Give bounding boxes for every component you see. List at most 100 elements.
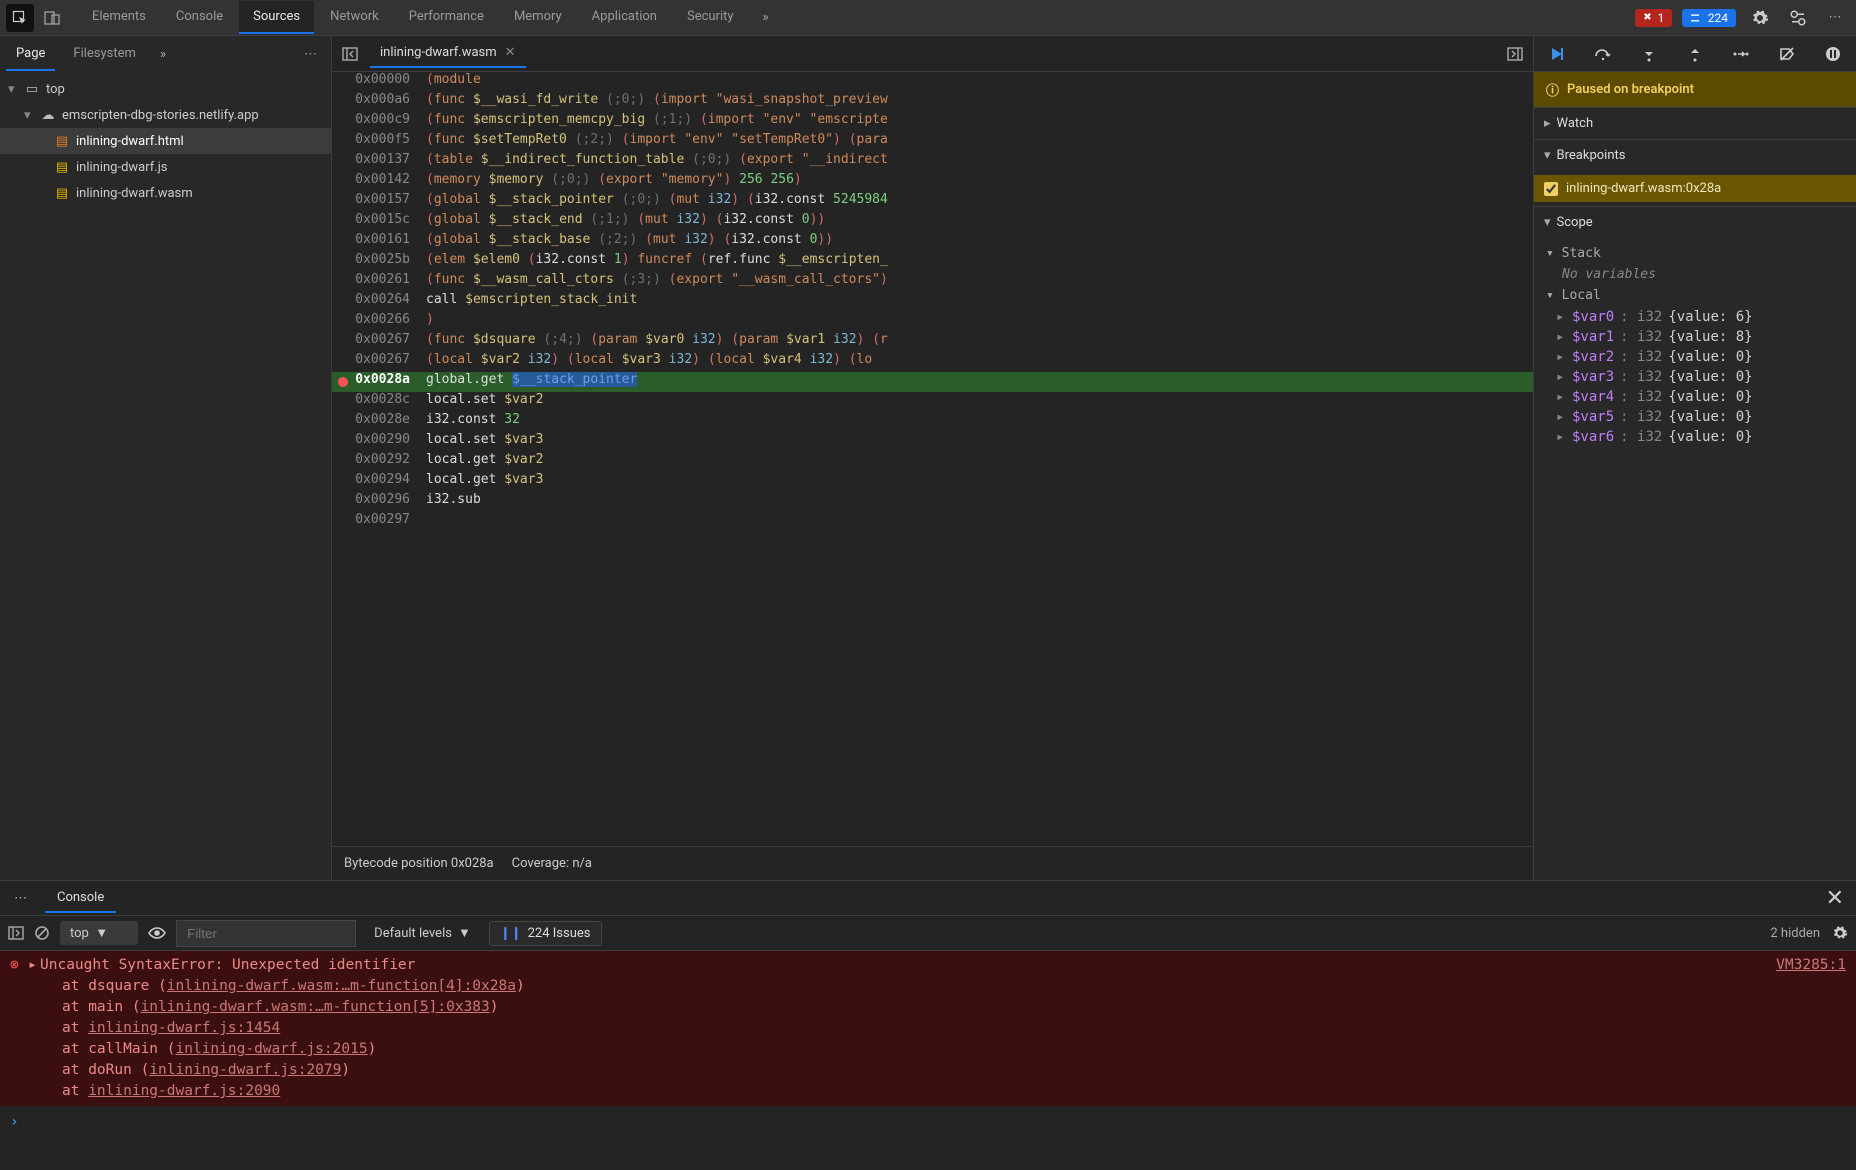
code-line[interactable]: 0x0025b (elem $elem0 (i32.const 1) funcr… bbox=[332, 252, 1533, 272]
navigator-tab-filesystem[interactable]: Filesystem bbox=[63, 38, 146, 71]
stack-frame-link[interactable]: inlining-dwarf.wasm:…m-function[4]:0x28a bbox=[167, 978, 516, 994]
issue-count-badge[interactable]: 224 bbox=[1682, 9, 1736, 27]
scope-local-header[interactable]: ▾ Local bbox=[1534, 284, 1856, 307]
drawer-menu-icon[interactable]: ⋯ bbox=[8, 891, 35, 906]
stack-frame-link[interactable]: inlining-dwarf.js:2090 bbox=[88, 1083, 280, 1099]
step-into-icon[interactable] bbox=[1639, 44, 1659, 64]
section-scope[interactable]: ▾Scope bbox=[1534, 206, 1856, 238]
panel-tab-console[interactable]: Console bbox=[162, 1, 237, 34]
drawer-tab-console[interactable]: Console bbox=[45, 884, 116, 913]
code-line[interactable]: 0x0028c local.set $var2 bbox=[332, 392, 1533, 412]
more-tabs-chevrons-icon[interactable]: » bbox=[752, 4, 780, 32]
tree-file[interactable]: ▤inlining-dwarf.html bbox=[0, 128, 331, 154]
expand-error-caret-icon[interactable]: ▸ bbox=[28, 955, 40, 976]
scope-variable[interactable]: ▸$var6: i32 {value: 0} bbox=[1534, 427, 1856, 447]
stack-frame-link[interactable]: inlining-dwarf.js:1454 bbox=[88, 1020, 280, 1036]
scope-variable[interactable]: ▸$var0: i32 {value: 6} bbox=[1534, 307, 1856, 327]
stack-frame-link[interactable]: inlining-dwarf.wasm:…m-function[5]:0x383 bbox=[141, 999, 490, 1015]
code-line[interactable]: 0x00000(module bbox=[332, 72, 1533, 92]
kebab-menu-icon[interactable]: ⋯ bbox=[1822, 4, 1850, 32]
resume-icon[interactable] bbox=[1547, 44, 1567, 64]
scope-variable[interactable]: ▸$var5: i32 {value: 0} bbox=[1534, 407, 1856, 427]
scope-stack-header[interactable]: ▾ Stack bbox=[1534, 242, 1856, 265]
panel-tab-network[interactable]: Network bbox=[316, 1, 393, 34]
code-line[interactable]: 0x00292 local.get $var2 bbox=[332, 452, 1533, 472]
hidden-messages[interactable]: 2 hidden bbox=[1770, 926, 1820, 941]
code-line[interactable]: 0x00161 (global $__stack_base (;2;) (mut… bbox=[332, 232, 1533, 252]
console-prompt[interactable]: › bbox=[0, 1106, 1856, 1139]
scope-variable[interactable]: ▸$var4: i32 {value: 0} bbox=[1534, 387, 1856, 407]
code-line[interactable]: 0x000c9 (func $emscripten_memcpy_big (;1… bbox=[332, 112, 1533, 132]
expand-var-caret-icon[interactable]: ▸ bbox=[1556, 309, 1566, 325]
code-line[interactable]: 0x00264 call $emscripten_stack_init bbox=[332, 292, 1533, 312]
context-selector[interactable]: top ▼ bbox=[60, 921, 138, 945]
scope-variable[interactable]: ▸$var2: i32 {value: 0} bbox=[1534, 347, 1856, 367]
section-breakpoints[interactable]: ▾Breakpoints bbox=[1534, 139, 1856, 171]
code-line[interactable]: 0x00142 (memory $memory (;0;) (export "m… bbox=[332, 172, 1533, 192]
step-out-icon[interactable] bbox=[1685, 44, 1705, 64]
log-level-dropdown[interactable]: Default levels ▼ bbox=[366, 921, 479, 945]
console-error-entry[interactable]: ⊗ ▸ Uncaught SyntaxError: Unexpected ide… bbox=[0, 951, 1856, 1106]
section-watch[interactable]: ▸Watch bbox=[1534, 107, 1856, 139]
code-line[interactable]: 0x00261 (func $__wasm_call_ctors (;3;) (… bbox=[332, 272, 1533, 292]
scope-variable[interactable]: ▸$var1: i32 {value: 8} bbox=[1534, 327, 1856, 347]
code-line[interactable]: 0x00267 (func $dsquare (;4;) (param $var… bbox=[332, 332, 1533, 352]
clear-console-icon[interactable] bbox=[34, 925, 50, 941]
tree-origin[interactable]: ▾ ☁ emscripten-dbg-stories.netlify.app bbox=[0, 102, 331, 128]
console-settings-gear-icon[interactable] bbox=[1832, 925, 1848, 941]
panel-tab-security[interactable]: Security bbox=[673, 1, 748, 34]
close-drawer-icon[interactable]: ✕ bbox=[1822, 886, 1848, 911]
expand-var-caret-icon[interactable]: ▸ bbox=[1556, 429, 1566, 445]
toggle-debugger-icon[interactable] bbox=[1501, 46, 1529, 62]
code-line[interactable]: 0x0015c (global $__stack_end (;1;) (mut … bbox=[332, 212, 1533, 232]
expand-var-caret-icon[interactable]: ▸ bbox=[1556, 409, 1566, 425]
panel-tab-application[interactable]: Application bbox=[578, 1, 671, 34]
toggle-navigator-icon[interactable] bbox=[336, 46, 364, 62]
code-line[interactable]: 0x00157 (global $__stack_pointer (;0;) (… bbox=[332, 192, 1533, 212]
expand-var-caret-icon[interactable]: ▸ bbox=[1556, 329, 1566, 345]
console-filter-input[interactable] bbox=[176, 920, 356, 947]
stack-frame-link[interactable]: inlining-dwarf.js:2015 bbox=[176, 1041, 368, 1057]
breakpoint-checkbox[interactable] bbox=[1544, 182, 1558, 196]
code-line[interactable]: 0x00290 local.set $var3 bbox=[332, 432, 1533, 452]
toggle-console-sidebar-icon[interactable] bbox=[8, 925, 24, 941]
breakpoint-marker-icon[interactable] bbox=[338, 377, 348, 387]
customize-devtools-icon[interactable] bbox=[1784, 4, 1812, 32]
navigator-tab-page[interactable]: Page bbox=[6, 38, 55, 71]
deactivate-breakpoints-icon[interactable] bbox=[1777, 44, 1797, 64]
error-source-link[interactable]: VM3285:1 bbox=[1776, 955, 1846, 976]
stack-frame-link[interactable]: inlining-dwarf.js:2079 bbox=[149, 1062, 341, 1078]
close-tab-icon[interactable]: ✕ bbox=[505, 45, 516, 60]
inspect-element-icon[interactable] bbox=[6, 4, 34, 32]
expand-var-caret-icon[interactable]: ▸ bbox=[1556, 349, 1566, 365]
error-count-badge[interactable]: 1 bbox=[1635, 9, 1672, 27]
code-line[interactable]: 0x00296 i32.sub bbox=[332, 492, 1533, 512]
breakpoint-entry[interactable]: inlining-dwarf.wasm:0x28a bbox=[1534, 175, 1856, 202]
tree-file[interactable]: ▤inlining-dwarf.wasm bbox=[0, 180, 331, 206]
navigator-menu-icon[interactable]: ⋯ bbox=[296, 43, 325, 66]
issues-pill[interactable]: ❙❙224 Issues bbox=[489, 921, 602, 946]
code-line[interactable]: 0x00267 (local $var2 i32) (local $var3 i… bbox=[332, 352, 1533, 372]
step-over-icon[interactable] bbox=[1593, 44, 1613, 64]
navigator-more-tabs-icon[interactable]: » bbox=[154, 47, 172, 62]
code-line[interactable]: 0x000f5 (func $setTempRet0 (;2;) (import… bbox=[332, 132, 1533, 152]
code-line[interactable]: 0x00137 (table $__indirect_function_tabl… bbox=[332, 152, 1533, 172]
pause-on-exceptions-icon[interactable] bbox=[1823, 44, 1843, 64]
tree-file[interactable]: ▤inlining-dwarf.js bbox=[0, 154, 331, 180]
scope-variable[interactable]: ▸$var3: i32 {value: 0} bbox=[1534, 367, 1856, 387]
step-icon[interactable] bbox=[1731, 44, 1751, 64]
panel-tab-performance[interactable]: Performance bbox=[395, 1, 498, 34]
code-line[interactable]: 0x000a6 (func $__wasi_fd_write (;0;) (im… bbox=[332, 92, 1533, 112]
expand-var-caret-icon[interactable]: ▸ bbox=[1556, 389, 1566, 405]
tree-frame-top[interactable]: ▾ ▭ top bbox=[0, 76, 331, 102]
settings-gear-icon[interactable] bbox=[1746, 4, 1774, 32]
live-expression-icon[interactable] bbox=[148, 926, 166, 940]
panel-tab-elements[interactable]: Elements bbox=[78, 1, 160, 34]
code-line[interactable]: 0x00294 local.get $var3 bbox=[332, 472, 1533, 492]
file-tab-active[interactable]: inlining-dwarf.wasm ✕ bbox=[370, 39, 526, 68]
code-line[interactable]: 0x0028a global.get $__stack_pointer bbox=[332, 372, 1533, 392]
code-line[interactable]: 0x00266 ) bbox=[332, 312, 1533, 332]
panel-tab-memory[interactable]: Memory bbox=[500, 1, 576, 34]
expand-var-caret-icon[interactable]: ▸ bbox=[1556, 369, 1566, 385]
code-line[interactable]: 0x00297 bbox=[332, 512, 1533, 532]
